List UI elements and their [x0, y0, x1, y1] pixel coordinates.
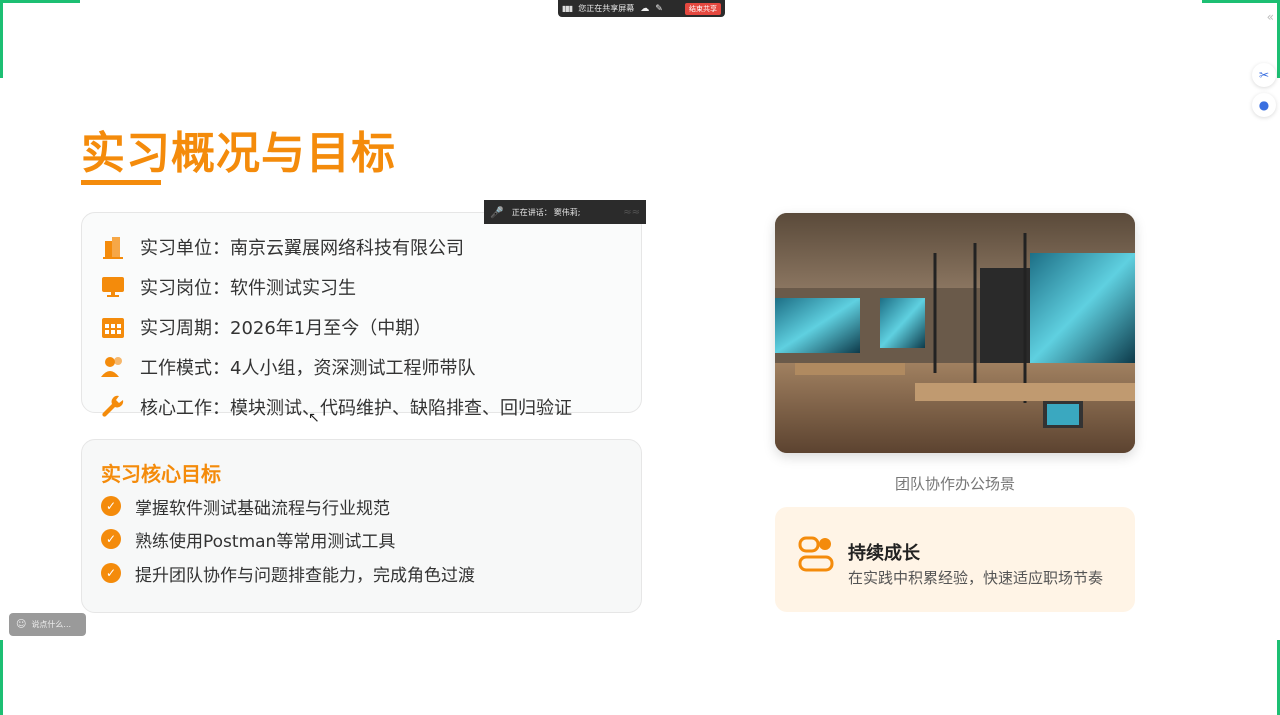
- share-status-text: 您正在共享屏幕: [578, 4, 635, 13]
- info-text: 实习单位：南京云翼展网络科技有限公司: [140, 238, 464, 259]
- monitor-icon: [100, 274, 126, 300]
- info-row-position: 实习岗位：软件测试实习生: [100, 272, 356, 302]
- speaking-indicator: 🎤 正在讲话： 窦伟莉; ≈≈: [484, 200, 646, 224]
- mouse-cursor-icon: ↖: [308, 410, 320, 426]
- check-icon: ✓: [101, 563, 121, 583]
- page-title: 实习概况与目标: [81, 128, 396, 179]
- goal-item: ✓ 熟练使用Postman等常用测试工具: [101, 527, 396, 552]
- cloud-icon[interactable]: ☁: [640, 4, 649, 14]
- info-row-period: 实习周期：2026年1月至今（中期）: [100, 312, 431, 342]
- share-border-left-bottom: [0, 640, 3, 715]
- info-row-unit: 实习单位：南京云翼展网络科技有限公司: [100, 232, 464, 262]
- wrench-icon: [100, 394, 126, 420]
- info-text: 实习岗位：软件测试实习生: [140, 278, 356, 299]
- chat-placeholder: 说点什么...: [31, 620, 72, 629]
- office-image: [775, 213, 1135, 453]
- goal-text: 提升团队协作与问题排查能力，完成角色过渡: [135, 565, 475, 586]
- growth-title: 持续成长: [848, 543, 920, 564]
- speaking-label: 正在讲话：: [511, 207, 552, 217]
- info-text: 实习周期：2026年1月至今（中期）: [140, 318, 432, 339]
- chat-input[interactable]: ☺ 说点什么...: [9, 613, 86, 636]
- info-text: 核心工作：模块测试、代码维护、缺陷排查、回归验证: [140, 398, 572, 419]
- check-icon: ✓: [101, 529, 121, 549]
- growth-icon: [798, 536, 834, 576]
- goal-text: 掌握软件测试基础流程与行业规范: [135, 498, 390, 519]
- goal-item: ✓ 提升团队协作与问题排查能力，完成角色过渡: [101, 561, 475, 586]
- assistant-icon[interactable]: ●: [1252, 93, 1276, 117]
- info-row-work: 核心工作：模块测试、代码维护、缺陷排查、回归验证: [100, 392, 572, 422]
- share-border-left-top: [0, 0, 3, 78]
- audio-wave-icon: ≈≈: [623, 206, 640, 218]
- share-border-top-left: [0, 0, 80, 3]
- annotate-icon[interactable]: ✎: [655, 4, 663, 14]
- goal-text: 熟练使用Postman等常用测试工具: [135, 531, 396, 552]
- collapse-icon[interactable]: «: [1267, 10, 1274, 24]
- signal-icon: ▮▮▮: [562, 4, 573, 13]
- building-icon: [100, 234, 126, 260]
- speaker-name: 窦伟莉;: [553, 207, 581, 217]
- calendar-icon: [100, 314, 126, 340]
- check-icon: ✓: [101, 496, 121, 516]
- people-icon: [100, 354, 126, 380]
- microphone-icon: 🎤: [490, 205, 504, 219]
- info-row-mode: 工作模式：4人小组，资深测试工程师带队: [100, 352, 475, 382]
- share-border-top-right: [1202, 0, 1280, 3]
- title-underline: [81, 180, 161, 185]
- scissors-icon[interactable]: ✂: [1252, 63, 1276, 87]
- smiley-icon: ☺: [16, 619, 27, 630]
- goals-title: 实习核心目标: [101, 462, 221, 486]
- goal-item: ✓ 掌握软件测试基础流程与行业规范: [101, 494, 390, 519]
- growth-desc: 在实践中积累经验，快速适应职场节奏: [848, 569, 1104, 587]
- info-text: 工作模式：4人小组，资深测试工程师带队: [140, 358, 476, 379]
- screen-share-bar: ▮▮▮ 您正在共享屏幕 ☁ ✎ 结束共享: [558, 0, 725, 17]
- image-caption: 团队协作办公场景: [894, 475, 1015, 493]
- stop-share-button[interactable]: 结束共享: [685, 2, 721, 15]
